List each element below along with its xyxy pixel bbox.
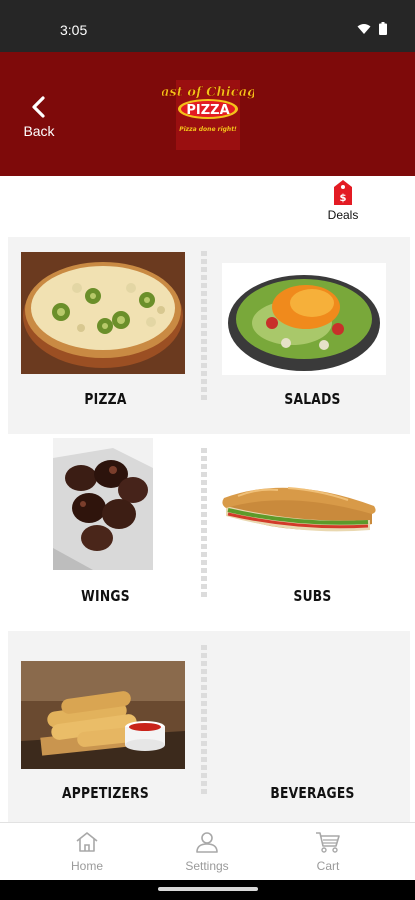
cart-icon bbox=[316, 832, 340, 853]
category-beverages[interactable]: BEVERAGES bbox=[215, 631, 410, 828]
brand-logo: East of Chicago PIZZA Pizza done right! bbox=[150, 76, 265, 154]
status-bar: 3:05 bbox=[0, 0, 415, 52]
status-icons bbox=[357, 22, 387, 35]
svg-text:$: $ bbox=[340, 193, 347, 204]
home-icon bbox=[76, 832, 98, 852]
chevron-left-icon bbox=[32, 96, 45, 118]
deals-button[interactable]: $ Deals bbox=[320, 179, 366, 233]
category-row: APPETIZERS BEVERAGES bbox=[8, 631, 410, 828]
column-divider bbox=[201, 645, 207, 795]
column-divider bbox=[201, 448, 207, 598]
battery-icon bbox=[379, 22, 387, 35]
category-label: WINGS bbox=[81, 587, 130, 605]
nav-cart[interactable]: Cart bbox=[288, 831, 368, 873]
app-header: Back East of Chicago PIZZA Pizza done ri… bbox=[0, 52, 415, 176]
category-wings[interactable]: WINGS bbox=[8, 434, 203, 631]
svg-text:Pizza done right!: Pizza done right! bbox=[179, 126, 237, 133]
system-gesture-bar bbox=[0, 880, 415, 900]
category-row: PIZZA SALADS bbox=[8, 237, 410, 434]
wings-photo bbox=[53, 438, 153, 570]
person-icon bbox=[196, 832, 218, 853]
wifi-icon bbox=[357, 23, 371, 34]
salad-photo bbox=[222, 263, 386, 375]
price-tag-icon: $ bbox=[334, 180, 352, 205]
status-time: 3:05 bbox=[60, 22, 88, 38]
category-label: SUBS bbox=[293, 587, 332, 605]
back-button[interactable]: Back bbox=[18, 96, 60, 144]
pizza-photo bbox=[21, 252, 185, 374]
svg-text:PIZZA: PIZZA bbox=[186, 103, 229, 118]
breadsticks-photo bbox=[21, 661, 185, 769]
nav-label: Home bbox=[70, 859, 103, 873]
category-subs[interactable]: SUBS bbox=[215, 434, 410, 631]
category-label: APPETIZERS bbox=[61, 784, 150, 802]
home-indicator[interactable] bbox=[158, 887, 258, 891]
category-pizza[interactable]: PIZZA bbox=[8, 237, 203, 434]
category-grid: PIZZA SALADS WINGS SUBS APPETIZERS BEVER… bbox=[8, 237, 410, 828]
category-label: BEVERAGES bbox=[270, 784, 355, 802]
sub-sandwich-photo bbox=[218, 476, 380, 546]
category-label: SALADS bbox=[284, 390, 341, 408]
category-appetizers[interactable]: APPETIZERS bbox=[8, 631, 203, 828]
back-label: Back bbox=[23, 123, 55, 139]
category-row: WINGS SUBS bbox=[8, 434, 410, 631]
nav-home[interactable]: Home bbox=[47, 831, 127, 873]
nav-settings[interactable]: Settings bbox=[167, 831, 247, 873]
category-salads[interactable]: SALADS bbox=[215, 237, 410, 434]
nav-label: Cart bbox=[316, 859, 340, 873]
svg-text:East of Chicago: East of Chicago bbox=[162, 85, 254, 100]
bottom-nav: Home Settings Cart bbox=[0, 822, 415, 881]
column-divider bbox=[201, 251, 207, 401]
deals-label: Deals bbox=[327, 208, 359, 222]
nav-label: Settings bbox=[185, 859, 229, 873]
category-label: PIZZA bbox=[84, 390, 127, 408]
